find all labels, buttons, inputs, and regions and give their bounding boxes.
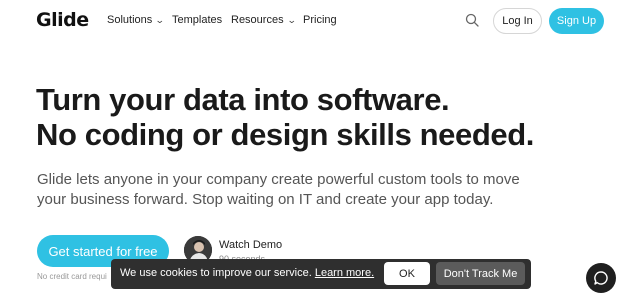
watch-demo-link[interactable]: Watch Demo [219,239,282,251]
hero-subtext: Glide lets anyone in your company create… [37,171,520,208]
glide-logo[interactable]: Glide [36,9,89,31]
top-navigation: Glide Solutions ⌄ Templates Resources ⌄ … [0,0,640,42]
chat-bubble-icon [594,271,608,285]
no-credit-card-note: No credit card requi [37,272,107,281]
nav-solutions[interactable]: Solutions ⌄ [107,14,165,26]
nav-solutions-label: Solutions [107,14,153,26]
nav-pricing[interactable]: Pricing [303,14,337,26]
learn-more-link[interactable]: Learn more. [315,267,374,279]
chat-launcher-button[interactable] [586,263,616,293]
cookie-message: We use cookies to improve our service. L… [120,267,374,279]
headline-line-2: No coding or design skills needed. [36,117,534,152]
cookie-banner: We use cookies to improve our service. L… [111,259,531,289]
hero-headline: Turn your data into software. No coding … [36,82,534,152]
chevron-down-icon: ⌄ [155,14,165,25]
signup-button[interactable]: Sign Up [549,8,604,34]
search-icon[interactable] [465,13,479,27]
nav-resources-label: Resources [231,14,284,26]
dont-track-me-button[interactable]: Don't Track Me [436,262,525,285]
nav-resources[interactable]: Resources ⌄ [231,14,297,26]
login-button[interactable]: Log In [493,8,542,34]
nav-templates[interactable]: Templates [172,14,222,26]
cookie-ok-button[interactable]: OK [384,262,430,285]
nav-pricing-label: Pricing [303,14,337,26]
headline-line-1: Turn your data into software. [36,82,450,117]
chevron-down-icon: ⌄ [286,14,297,25]
cookie-text: We use cookies to improve our service. [120,267,315,279]
nav-templates-label: Templates [172,14,223,26]
